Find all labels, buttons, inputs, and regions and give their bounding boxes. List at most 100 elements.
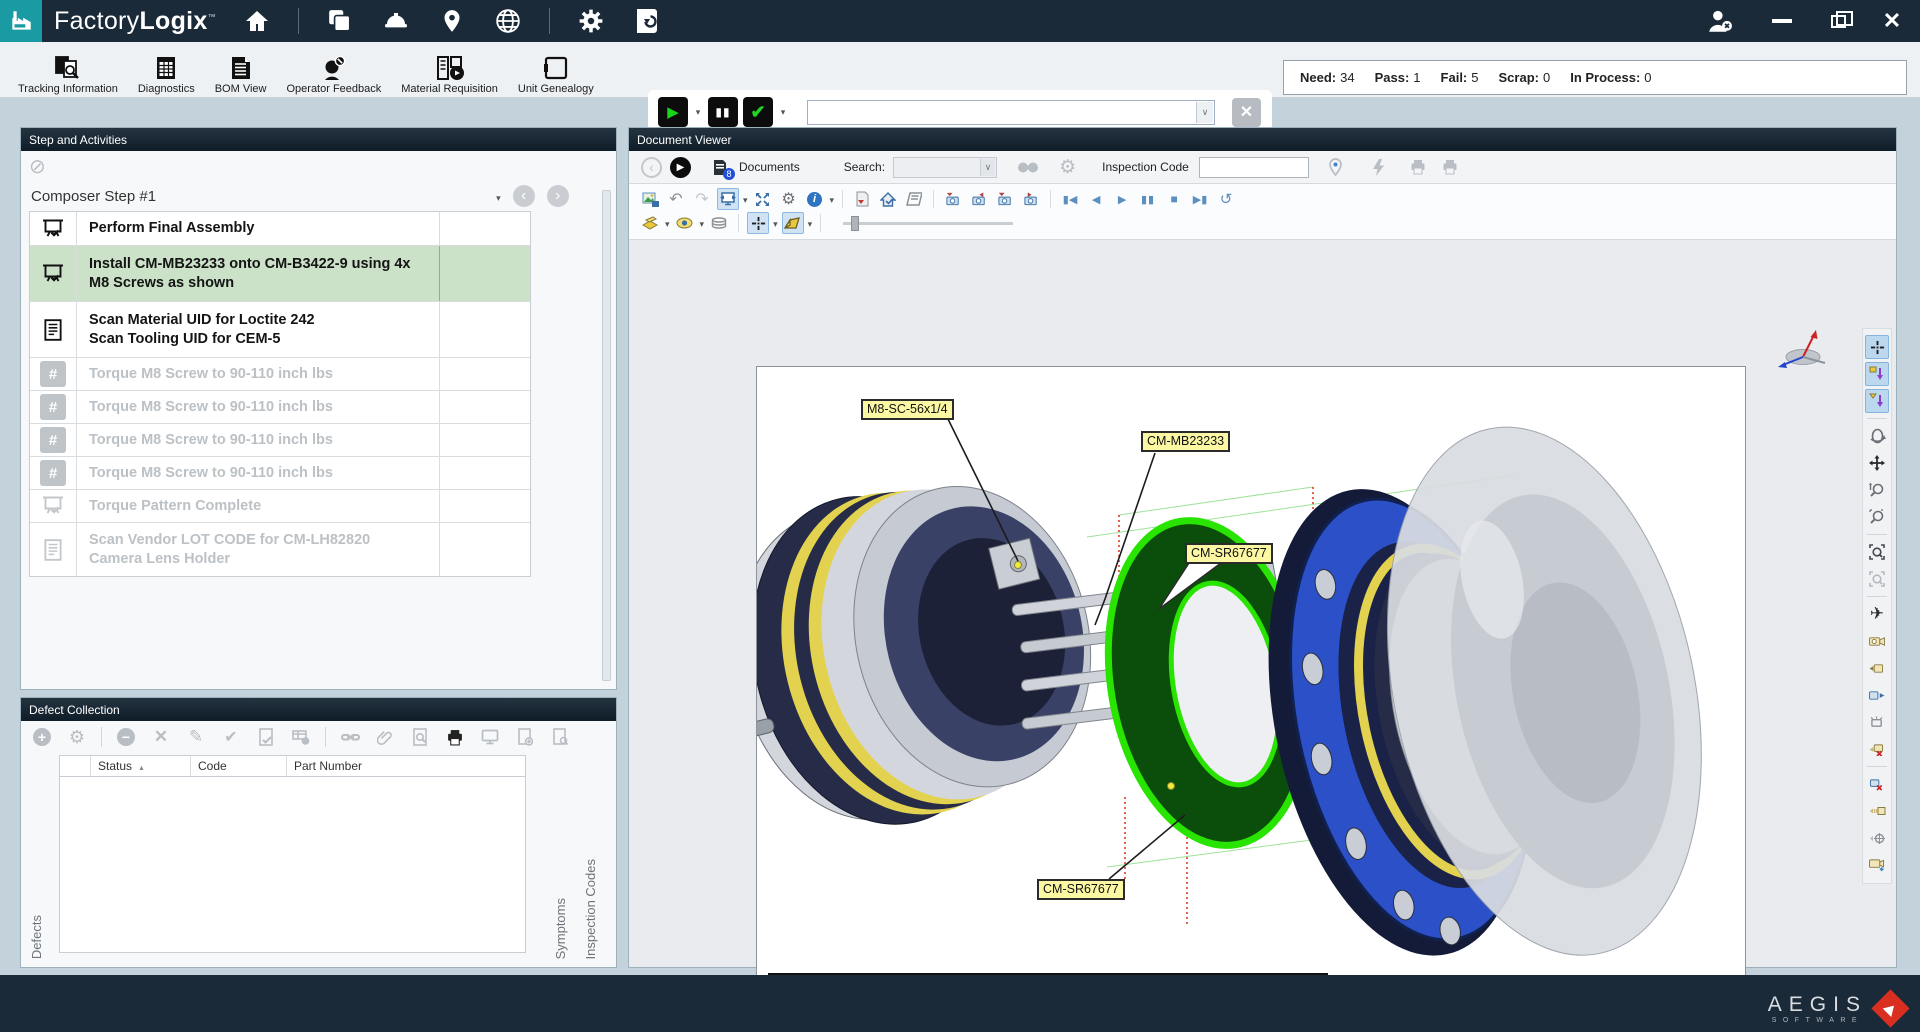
search-dropdown-icon[interactable] xyxy=(980,159,995,176)
step-forward-icon[interactable] xyxy=(1111,188,1133,210)
stop-animation-icon[interactable] xyxy=(1163,188,1185,210)
tab-inspection-codes[interactable]: Inspection Codes xyxy=(583,859,598,959)
layers-caret-icon[interactable] xyxy=(665,214,670,232)
callout-label-seal-ring-bottom[interactable]: CM-SR67677 xyxy=(1037,879,1125,900)
add-defect-icon[interactable] xyxy=(31,726,53,748)
edit-defect-icon[interactable] xyxy=(185,726,207,748)
remove-defect-icon[interactable] xyxy=(115,726,137,748)
cad-canvas[interactable]: M8-SC-56x1/4 CM-MB23233 CM-SR67677 CM-SR… xyxy=(756,366,1746,1032)
preview-screen-icon[interactable] xyxy=(479,726,501,748)
pause-animation-icon[interactable] xyxy=(1137,188,1159,210)
globe-icon[interactable] xyxy=(493,6,523,36)
camera-delete-icon[interactable] xyxy=(1865,737,1889,761)
fly-mode-icon[interactable] xyxy=(1865,602,1889,626)
home-icon[interactable] xyxy=(242,6,272,36)
previous-document-button[interactable] xyxy=(641,157,662,178)
inspection-pin-icon[interactable] xyxy=(1329,158,1342,176)
documents-icon[interactable]: 8 xyxy=(713,159,729,176)
select-crosshair-icon[interactable] xyxy=(1865,335,1889,359)
step-row-selected[interactable]: Install CM-MB23233 onto CM-B3422-9 using… xyxy=(30,246,530,302)
home-view-icon[interactable] xyxy=(877,188,899,210)
step-back-icon[interactable] xyxy=(1085,188,1107,210)
validate-document-icon[interactable] xyxy=(255,726,277,748)
step-row[interactable]: Perform Final Assembly xyxy=(30,212,530,246)
info-caret-icon[interactable] xyxy=(830,190,835,208)
move-caret-icon[interactable] xyxy=(773,214,778,232)
measure-caret-icon[interactable] xyxy=(808,214,813,232)
fit-view-icon[interactable] xyxy=(752,188,774,210)
camera-view-down-icon[interactable] xyxy=(994,188,1016,210)
documents-stack-icon[interactable] xyxy=(325,6,355,36)
pan-icon[interactable] xyxy=(1865,451,1889,475)
go-to-start-icon[interactable] xyxy=(1059,188,1081,210)
zoom-fit-icon[interactable] xyxy=(1865,540,1889,564)
camera-flash-icon[interactable] xyxy=(1865,710,1889,734)
link-icon[interactable] xyxy=(339,726,361,748)
tab-defects[interactable]: Defects xyxy=(29,915,44,959)
next-document-button[interactable] xyxy=(670,157,691,178)
step-row[interactable]: Torque M8 Screw to 90-110 inch lbs xyxy=(30,457,530,490)
camera-view-icon[interactable] xyxy=(1865,629,1889,653)
camera-back-icon[interactable] xyxy=(1865,656,1889,680)
zoom-extents-icon[interactable] xyxy=(1865,567,1889,591)
go-to-end-icon[interactable] xyxy=(1189,188,1211,210)
print-icon[interactable] xyxy=(444,726,466,748)
print-document-icon[interactable] xyxy=(1409,159,1427,175)
zoom-slider[interactable] xyxy=(843,222,1013,225)
orbit-rotate-icon[interactable] xyxy=(1865,424,1889,448)
move-crosshair-icon[interactable] xyxy=(747,212,769,234)
step-row[interactable]: Scan Vendor LOT CODE for CM-LH82820 Came… xyxy=(30,523,530,576)
settings-gear-icon[interactable] xyxy=(576,6,606,36)
export-document-icon[interactable] xyxy=(851,188,873,210)
next-step-button[interactable] xyxy=(547,185,569,207)
callout-label-mounting-bracket[interactable]: CM-MB23233 xyxy=(1141,431,1230,452)
defect-col-status[interactable]: Status xyxy=(91,756,191,776)
steps-scrollbar[interactable] xyxy=(602,190,611,681)
diagnostics-button[interactable]: Diagnostics xyxy=(128,49,205,98)
camera-target-icon[interactable] xyxy=(1865,826,1889,850)
axis-orientation-gizmo[interactable] xyxy=(1772,326,1834,372)
step-row[interactable]: Scan Material UID for Loctite 242 Scan T… xyxy=(30,302,530,358)
combobox-dropdown-icon[interactable] xyxy=(1196,102,1213,123)
unit-combobox[interactable] xyxy=(807,100,1215,125)
document-find-icon[interactable] xyxy=(549,726,571,748)
confirm-defect-icon[interactable] xyxy=(220,726,242,748)
camera-clear-all-icon[interactable] xyxy=(1865,772,1889,796)
zoom-window-icon[interactable] xyxy=(1865,505,1889,529)
step-row[interactable]: Torque M8 Screw to 90-110 inch lbs xyxy=(30,391,530,424)
defect-col-code[interactable]: Code xyxy=(191,756,287,776)
start-options-caret-icon[interactable] xyxy=(693,107,703,118)
pane-toggle-icon[interactable] xyxy=(1865,799,1889,823)
start-button[interactable] xyxy=(658,97,688,127)
step-row[interactable]: Torque M8 Screw to 90-110 inch lbs xyxy=(30,358,530,391)
view-orientation-icon[interactable] xyxy=(717,188,739,210)
print-all-icon[interactable] xyxy=(1441,159,1459,175)
import-image-icon[interactable] xyxy=(639,188,661,210)
inspection-code-input[interactable] xyxy=(1199,157,1309,178)
tab-symptoms[interactable]: Symptoms xyxy=(553,898,568,959)
zoom-slider-knob[interactable] xyxy=(851,216,859,231)
render-settings-icon[interactable] xyxy=(778,188,800,210)
step-row[interactable]: Torque M8 Screw to 90-110 inch lbs xyxy=(30,424,530,457)
restart-session-icon[interactable] xyxy=(632,6,662,36)
camera-forward-icon[interactable] xyxy=(1865,683,1889,707)
material-requisition-button[interactable]: Material Requisition xyxy=(391,49,508,98)
filter-add-icon[interactable] xyxy=(1865,362,1889,386)
document-search-icon[interactable] xyxy=(409,726,431,748)
camera-add-icon[interactable] xyxy=(1865,853,1889,877)
document-add-icon[interactable] xyxy=(514,726,536,748)
callout-label-m8-screw[interactable]: M8-SC-56x1/4 xyxy=(861,399,954,420)
step-row[interactable]: Torque Pattern Complete xyxy=(30,490,530,523)
close-button[interactable] xyxy=(1870,6,1914,36)
previous-step-button[interactable] xyxy=(513,185,535,207)
hardhat-icon[interactable] xyxy=(381,6,411,36)
restore-button[interactable] xyxy=(1816,6,1860,36)
redo-icon[interactable] xyxy=(691,188,713,210)
delete-defect-icon[interactable] xyxy=(150,726,172,748)
viewer-settings-icon[interactable] xyxy=(1059,156,1076,179)
callout-label-seal-ring-top[interactable]: CM-SR67677 xyxy=(1185,543,1273,564)
binoculars-icon[interactable] xyxy=(1017,161,1039,174)
bom-view-button[interactable]: BOM View xyxy=(205,49,277,98)
defect-col-empty[interactable] xyxy=(60,756,91,776)
info-icon[interactable]: i xyxy=(804,188,826,210)
